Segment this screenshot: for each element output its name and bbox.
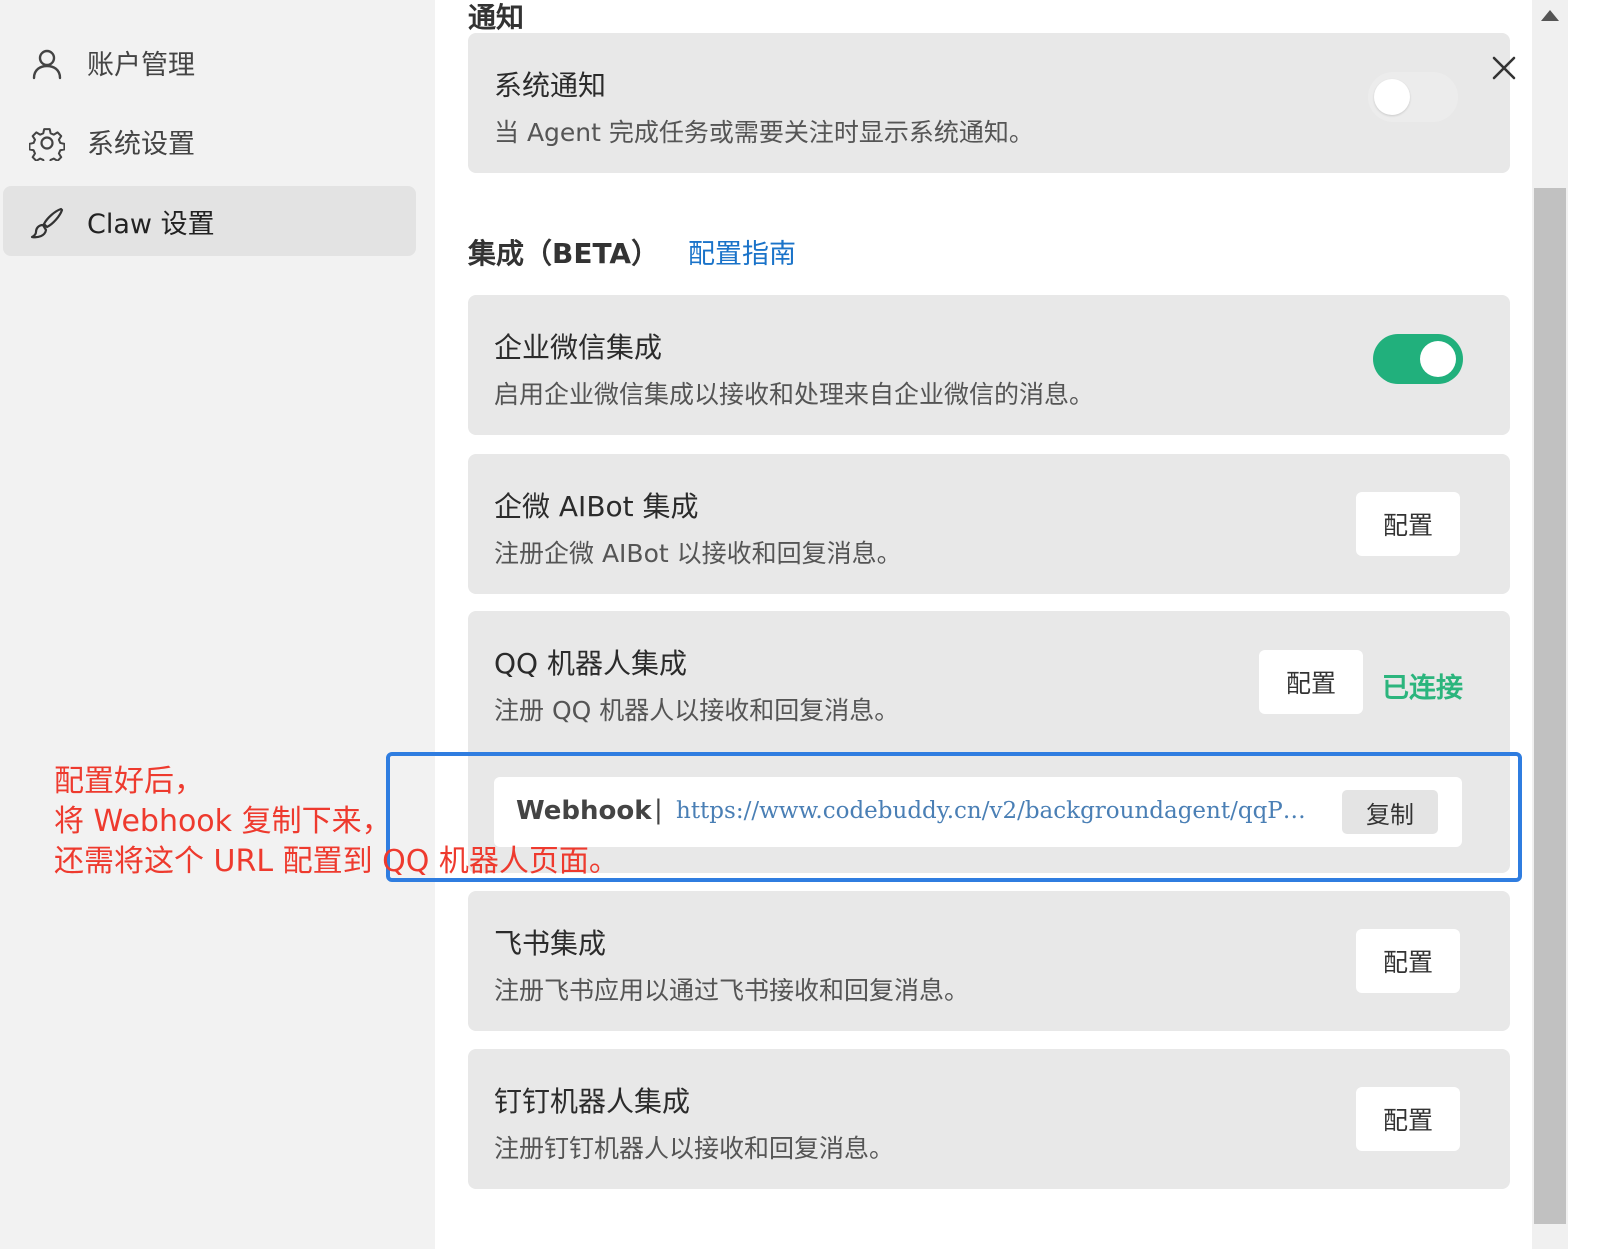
scroll-up-icon[interactable] <box>1541 10 1559 21</box>
wecom-integration-toggle[interactable] <box>1373 334 1463 384</box>
dingtalk-integration-card: 钉钉机器人集成 注册钉钉机器人以接收和回复消息。 配置 <box>468 1049 1510 1189</box>
close-icon[interactable] <box>1490 54 1518 82</box>
settings-main: 通知 系统通知 当 Agent 完成任务或需要关注时显示系统通知。 集成（BET… <box>435 0 1570 1249</box>
card-description: 启用企业微信集成以接收和处理来自企业微信的消息。 <box>494 380 1095 409</box>
wecom-integration-card: 企业微信集成 启用企业微信集成以接收和处理来自企业微信的消息。 <box>468 295 1510 435</box>
annotation-line: 将 Webhook 复制下来， <box>54 804 392 839</box>
annotation-line: 还需将这个 URL 配置到 QQ 机器人页面。 <box>54 844 619 879</box>
card-title: QQ 机器人集成 <box>494 647 687 680</box>
card-title: 钉钉机器人集成 <box>494 1085 691 1118</box>
qq-connected-status: 已连接 <box>1382 673 1463 704</box>
card-title: 企业微信集成 <box>494 331 663 364</box>
feishu-integration-card: 飞书集成 注册飞书应用以通过飞书接收和回复消息。 配置 <box>468 891 1510 1031</box>
feishu-config-button[interactable]: 配置 <box>1356 929 1460 993</box>
toggle-knob <box>1374 79 1410 115</box>
system-notification-toggle[interactable] <box>1368 72 1458 122</box>
card-description: 注册钉钉机器人以接收和回复消息。 <box>494 1134 895 1163</box>
qq-config-button[interactable]: 配置 <box>1259 650 1363 714</box>
system-notification-card: 系统通知 当 Agent 完成任务或需要关注时显示系统通知。 <box>468 33 1510 173</box>
card-title: 企微 AIBot 集成 <box>494 490 699 523</box>
dingtalk-config-button[interactable]: 配置 <box>1356 1087 1460 1151</box>
card-description: 当 Agent 完成任务或需要关注时显示系统通知。 <box>494 118 1034 147</box>
card-description: 注册企微 AIBot 以接收和回复消息。 <box>494 539 902 568</box>
integration-section-title: 集成（BETA） <box>468 237 660 270</box>
card-description: 注册 QQ 机器人以接收和回复消息。 <box>494 696 900 725</box>
sidebar-item-label: Claw 设置 <box>87 208 215 240</box>
scrollbar-thumb[interactable] <box>1534 188 1566 1224</box>
gear-icon <box>29 128 65 161</box>
sidebar: 账户管理 系统设置 Claw 设置 <box>0 0 435 1249</box>
annotation-line: 配置好后， <box>54 764 204 799</box>
toggle-knob <box>1420 341 1456 377</box>
notification-section-title: 通知 <box>468 1 525 34</box>
sidebar-item-label: 系统设置 <box>87 128 195 160</box>
sidebar-item-system[interactable]: 系统设置 <box>3 106 416 176</box>
sidebar-item-account[interactable]: 账户管理 <box>3 27 416 97</box>
aibot-config-button[interactable]: 配置 <box>1356 492 1460 556</box>
sidebar-item-label: 账户管理 <box>87 49 195 81</box>
card-title: 系统通知 <box>494 69 607 102</box>
user-icon <box>32 49 62 80</box>
config-guide-link[interactable]: 配置指南 <box>688 232 796 271</box>
card-title: 飞书集成 <box>494 927 607 960</box>
sidebar-item-claw[interactable]: Claw 设置 <box>3 186 416 256</box>
aibot-integration-card: 企微 AIBot 集成 注册企微 AIBot 以接收和回复消息。 配置 <box>468 454 1510 594</box>
card-description: 注册飞书应用以通过飞书接收和回复消息。 <box>494 976 970 1005</box>
brush-icon <box>30 207 64 239</box>
